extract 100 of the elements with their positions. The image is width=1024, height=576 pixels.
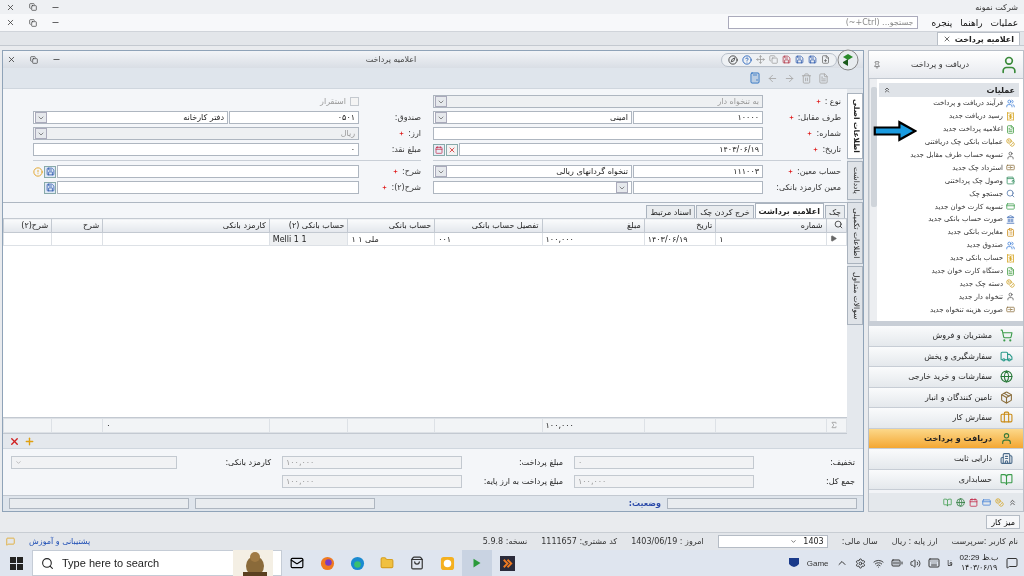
module-button[interactable]: دریافت و پرداخت (869, 428, 1023, 449)
summary-label: جمع کل: (825, 477, 855, 486)
year-field[interactable]: 1403 (717, 535, 828, 548)
code-field[interactable]: ۰۵۰۱ (229, 111, 359, 124)
cart-icon (1000, 329, 1013, 343)
sum-icon (829, 420, 838, 429)
support-link[interactable]: پشتیبانی و آموزش (29, 537, 91, 546)
volume-icon[interactable] (909, 557, 921, 569)
module-button[interactable]: سفارشات و خرید خارجی (869, 367, 1023, 388)
desk-button[interactable]: میز کار (986, 515, 1020, 529)
module-button[interactable]: مشتریان و فروش (869, 326, 1023, 347)
text-field[interactable] (433, 127, 763, 140)
globe-icon[interactable] (956, 497, 965, 507)
module-button[interactable]: حسابداری (869, 469, 1023, 490)
grid-tab[interactable]: اسناد مرتبط (646, 205, 696, 218)
menu-item[interactable]: پنجره (931, 17, 953, 28)
save-icon[interactable] (795, 55, 804, 64)
search-field[interactable]: جستجو... (Ctrl+~) (727, 16, 918, 29)
restore-button[interactable] (29, 3, 37, 11)
restore-button[interactable] (30, 55, 38, 64)
grid-tab[interactable]: خرج کردن چک (696, 205, 754, 218)
text-field[interactable]: ۰ (33, 143, 359, 156)
grid-tab[interactable]: چک (824, 205, 845, 218)
dropdown-button[interactable] (35, 112, 47, 123)
grid-tab[interactable]: اعلامیه برداشت (754, 203, 824, 218)
close-button[interactable] (7, 55, 16, 64)
column-header[interactable]: تفصیل حساب بانکی (434, 218, 543, 233)
field-label: شماره: (816, 129, 841, 138)
help-icon[interactable] (742, 54, 752, 65)
people-icon (1006, 98, 1015, 108)
chevrons-icon[interactable] (1008, 497, 1017, 507)
section-header[interactable]: عملیات (879, 83, 1019, 97)
clear-button[interactable] (446, 143, 458, 156)
calendar-icon[interactable] (969, 497, 978, 507)
language-indicator[interactable]: فا (946, 558, 953, 568)
taskbar-search[interactable]: Type here to search (32, 550, 282, 576)
arrow-right-icon[interactable] (784, 72, 795, 84)
code-field[interactable]: ۱۰۰۰۰ (633, 111, 763, 124)
column-header[interactable]: حساب بانکی (347, 218, 435, 233)
save-icon[interactable] (808, 55, 817, 64)
module-button[interactable]: دارایی ثابت (869, 449, 1023, 470)
menu-item[interactable]: عملیات (990, 17, 1018, 28)
column-header[interactable]: حساب بانکی (۲) (269, 218, 348, 233)
save-icon[interactable] (782, 55, 791, 64)
card-icon[interactable] (982, 497, 991, 507)
arrow-left-icon[interactable] (767, 72, 778, 84)
wifi-icon[interactable] (872, 557, 884, 569)
combo-box[interactable]: تنخواه گردانهای ریالی (433, 165, 632, 178)
move-icon[interactable] (756, 55, 765, 64)
column-header[interactable]: شرح(۲) (3, 218, 52, 233)
required-icon (788, 169, 794, 174)
notification-icon[interactable] (1006, 557, 1018, 569)
menu-item[interactable]: راهنما (960, 17, 983, 28)
restore-button[interactable] (29, 18, 37, 27)
column-header[interactable]: شماره (715, 218, 827, 233)
text-field[interactable] (57, 165, 359, 178)
module-button[interactable]: تامین کنندگان و انبار (869, 387, 1023, 408)
banknote-icon (1006, 163, 1015, 173)
shield-icon[interactable] (787, 556, 800, 570)
clock[interactable]: 02:29 ب.ظ ۱۴۰۳/۰۶/۱۹ (959, 553, 999, 573)
settings-icon[interactable] (854, 557, 866, 569)
text-field[interactable] (57, 181, 359, 194)
save-button[interactable] (44, 165, 56, 178)
combo-box[interactable]: امینی (433, 111, 632, 124)
dropdown-button[interactable] (616, 182, 628, 193)
book-icon[interactable] (943, 497, 952, 507)
save-icon (45, 167, 55, 176)
dropdown-button[interactable] (435, 166, 447, 177)
combo-box[interactable]: دفتر کارخانه (33, 111, 228, 124)
column-header[interactable]: مبلغ (542, 218, 645, 233)
dropdown-button[interactable] (435, 112, 447, 123)
delete-icon[interactable] (9, 435, 20, 447)
save-button[interactable] (44, 181, 56, 194)
column-header[interactable]: کارمزد بانکی (102, 218, 270, 233)
keyboard-icon[interactable] (927, 557, 940, 569)
wallet-icon (1006, 176, 1015, 186)
people-icon (1006, 240, 1015, 250)
close-button[interactable] (6, 18, 15, 27)
compass-icon[interactable] (728, 54, 738, 65)
search-icon[interactable] (834, 220, 843, 229)
date-field[interactable]: ۱۴۰۳/۰۶/۱۹ (459, 143, 763, 156)
pin-icon[interactable] (873, 60, 881, 69)
total-cell: ۰ (106, 421, 111, 430)
column-header[interactable]: شرح (51, 218, 103, 233)
module-button[interactable]: سفارش کار (869, 408, 1023, 429)
module-button[interactable]: سفارشگیری و پخش (869, 346, 1023, 367)
combo-box[interactable] (433, 181, 632, 194)
close-button[interactable] (6, 2, 15, 12)
field-label: نوع : (824, 97, 841, 106)
close-icon[interactable] (942, 35, 951, 43)
code-field[interactable] (633, 181, 763, 194)
code-field[interactable]: ۱۱۱۰۰۳ (633, 165, 763, 178)
app-title: شرکت نمونه (975, 2, 1018, 12)
calculator-icon[interactable] (749, 72, 761, 84)
column-header[interactable]: تاریخ (644, 218, 716, 233)
document-tab[interactable]: اعلامیه پرداخت (936, 32, 1020, 45)
add-icon[interactable] (24, 435, 35, 447)
calendar-button[interactable] (433, 143, 445, 156)
battery-icon[interactable] (890, 557, 903, 569)
new-document-icon[interactable] (821, 55, 830, 64)
